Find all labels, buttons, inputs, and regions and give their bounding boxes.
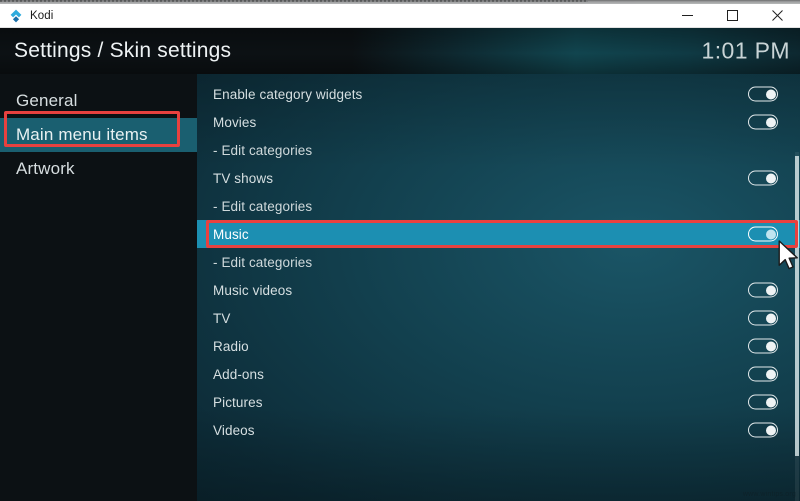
watermark-text: www.wintips.org	[742, 491, 796, 498]
toggle-knob	[765, 341, 776, 351]
settings-row[interactable]: TV	[197, 304, 800, 332]
sidebar-item-label: Artwork	[16, 159, 75, 178]
toggle-knob	[765, 313, 776, 323]
settings-row[interactable]: Music videos	[197, 276, 800, 304]
settings-row-label: Enable category widgets	[213, 86, 363, 102]
toggle-knob	[765, 117, 776, 127]
settings-category-sidebar: General Main menu items Artwork	[0, 74, 197, 501]
settings-row[interactable]: - Edit categories	[197, 248, 800, 276]
toggle-switch[interactable]	[748, 310, 778, 326]
toggle-knob	[765, 397, 776, 407]
window-controls	[665, 4, 800, 27]
kodi-header-bar: Settings / Skin settings 1:01 PM	[0, 28, 800, 74]
settings-row-label: Music videos	[213, 282, 293, 298]
settings-row-label: - Edit categories	[213, 198, 313, 214]
page-title: Settings / Skin settings	[14, 39, 232, 62]
sidebar-item-label: General	[16, 91, 78, 110]
settings-row[interactable]: TV shows	[197, 164, 800, 192]
settings-row[interactable]: Movies	[197, 108, 800, 136]
settings-row[interactable]: Enable category widgets	[197, 80, 800, 108]
toggle-switch[interactable]	[748, 366, 778, 382]
settings-row[interactable]: Music	[197, 220, 800, 248]
settings-row-label: - Edit categories	[213, 254, 313, 270]
settings-row-label: Music	[213, 226, 249, 242]
settings-row-label: Movies	[213, 114, 257, 130]
window-title-bar: Kodi	[0, 4, 800, 28]
minimize-icon[interactable]	[665, 4, 710, 27]
settings-row-label: Pictures	[213, 394, 263, 410]
kodi-body: General Main menu items Artwork Enable cat…	[0, 74, 800, 501]
close-icon[interactable]	[755, 4, 800, 27]
settings-row[interactable]: - Edit categories	[197, 136, 800, 164]
toggle-knob	[765, 229, 776, 239]
kodi-logo-icon	[9, 9, 23, 23]
toggle-knob	[765, 369, 776, 379]
maximize-icon[interactable]	[710, 4, 755, 27]
settings-row-label: - Edit categories	[213, 142, 313, 158]
toggle-switch[interactable]	[748, 86, 778, 102]
toggle-switch[interactable]	[748, 394, 778, 410]
sidebar-item-artwork[interactable]: Artwork	[0, 152, 197, 186]
toggle-switch[interactable]	[748, 170, 778, 186]
settings-row[interactable]: Add-ons	[197, 360, 800, 388]
settings-row-label: Radio	[213, 338, 249, 354]
toggle-switch[interactable]	[748, 226, 778, 242]
toggle-knob	[765, 425, 776, 435]
toggle-switch[interactable]	[748, 422, 778, 438]
sidebar-item-general[interactable]: General	[0, 84, 197, 118]
arrow-pointer-icon	[778, 240, 800, 278]
settings-row-label: TV shows	[213, 170, 274, 186]
header-clock: 1:01 PM	[701, 37, 790, 64]
title-bar-left: Kodi	[0, 9, 53, 23]
sidebar-item-main-menu-items[interactable]: Main menu items	[0, 118, 197, 152]
window-title-text: Kodi	[30, 9, 54, 22]
settings-row-label: TV	[213, 310, 231, 326]
toggle-switch[interactable]	[748, 114, 778, 130]
sidebar-item-label: Main menu items	[16, 125, 148, 144]
kodi-window: Kodi Settings / Skin settings 1:01 PM Ge…	[0, 0, 800, 501]
settings-row[interactable]: - Edit categories	[197, 192, 800, 220]
settings-row-label: Add-ons	[213, 366, 264, 382]
toggle-knob	[765, 285, 776, 295]
toggle-knob	[765, 173, 776, 183]
settings-content-panel: Enable category widgets Movies - Edit cate…	[197, 74, 800, 501]
settings-row-label: Videos	[213, 422, 255, 438]
settings-row[interactable]: Pictures	[197, 388, 800, 416]
toggle-switch[interactable]	[748, 282, 778, 298]
settings-row[interactable]: Videos	[197, 416, 800, 444]
scrollbar-thumb[interactable]	[795, 156, 799, 456]
settings-row[interactable]: Radio	[197, 332, 800, 360]
toggle-switch[interactable]	[748, 338, 778, 354]
toggle-knob	[765, 89, 776, 99]
